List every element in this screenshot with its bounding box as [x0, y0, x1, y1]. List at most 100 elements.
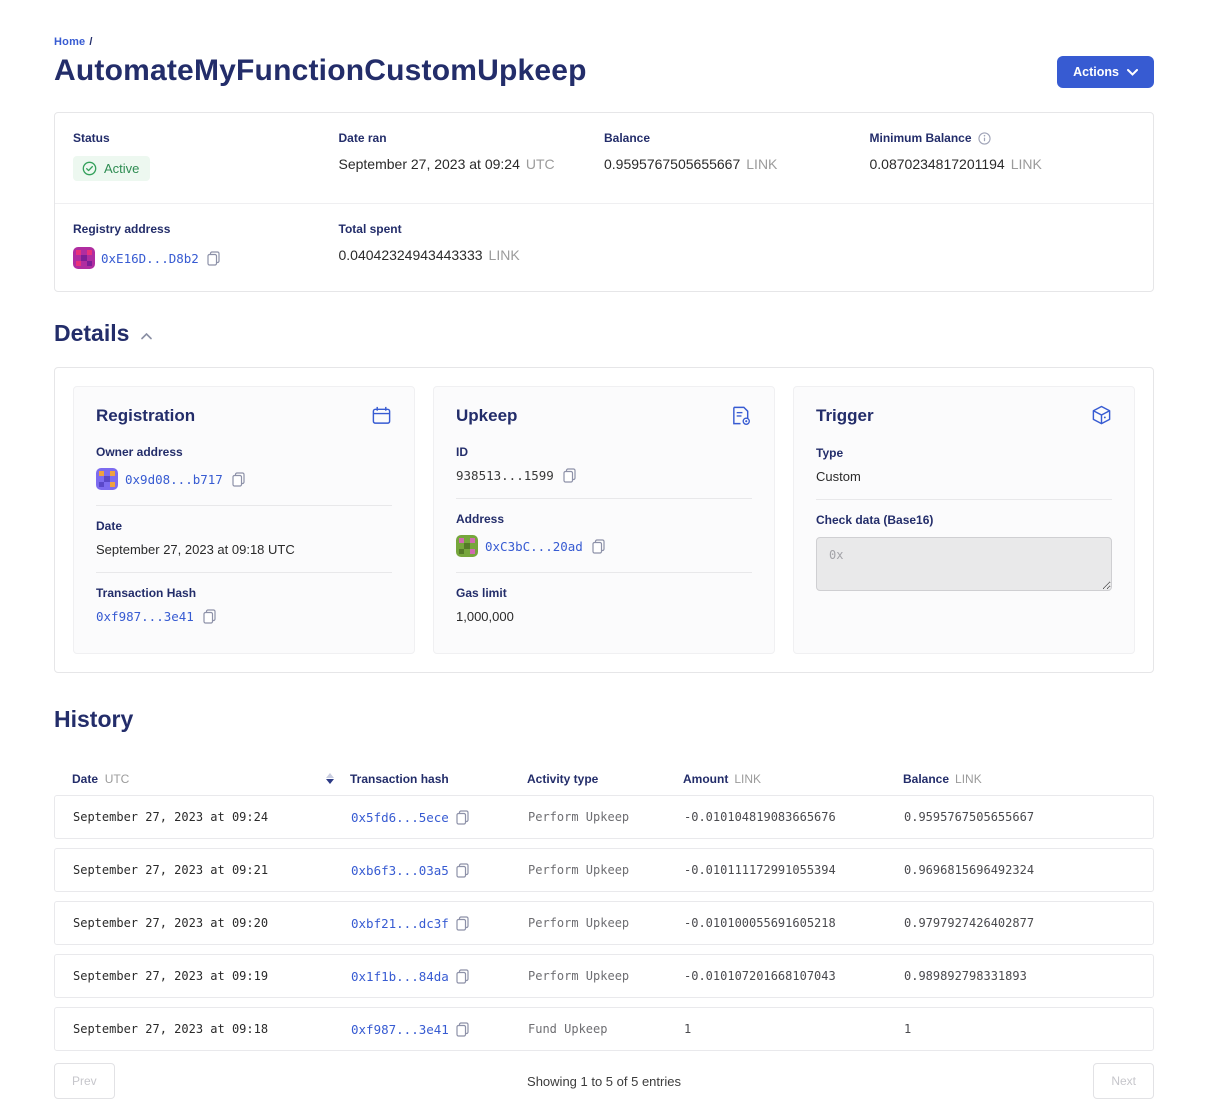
row-amount: -0.010100055691605218	[684, 916, 904, 930]
copy-icon[interactable]	[456, 969, 469, 984]
total-spent-value: 0.04042324943443333	[339, 247, 483, 263]
row-activity: Perform Upkeep	[528, 969, 684, 983]
page: Home / AutomateMyFunctionCustomUpkeep Act…	[0, 0, 1208, 1119]
trigger-card: Trigger Type Custom Check data (Base16)	[793, 386, 1135, 654]
check-data-input[interactable]	[816, 537, 1112, 591]
upkeep-id-field: ID 938513...1599	[456, 432, 752, 498]
row-hash-link[interactable]: 0x5fd6...5ece	[351, 810, 449, 825]
owner-address-label: Owner address	[96, 445, 392, 459]
row-hash-link[interactable]: 0xf987...3e41	[351, 1022, 449, 1037]
chevron-down-icon	[1127, 69, 1138, 76]
actions-button[interactable]: Actions	[1057, 56, 1154, 88]
row-hash-link[interactable]: 0xbf21...dc3f	[351, 916, 449, 931]
prev-button[interactable]: Prev	[54, 1063, 115, 1099]
registry-address-link[interactable]: 0xE16D...D8b2	[101, 251, 199, 266]
registration-date-label: Date	[96, 519, 392, 533]
next-button[interactable]: Next	[1093, 1063, 1154, 1099]
row-activity: Fund Upkeep	[528, 1022, 684, 1036]
page-title: AutomateMyFunctionCustomUpkeep	[54, 54, 587, 88]
copy-icon[interactable]	[207, 251, 220, 266]
sort-icon[interactable]	[324, 771, 336, 786]
copy-icon[interactable]	[456, 1022, 469, 1037]
row-balance: 0.9797927426402877	[904, 916, 1153, 930]
registration-card: Registration Owner address 0x9d08...b717	[73, 386, 415, 654]
breadcrumb-home-link[interactable]: Home	[54, 36, 85, 48]
transaction-hash-field: Transaction Hash 0xf987...3e41	[96, 572, 392, 639]
date-ran-label: Date ran	[339, 131, 605, 145]
table-row: September 27, 2023 at 09:20 0xbf21...dc3…	[54, 901, 1154, 945]
table-row: September 27, 2023 at 09:18 0xf987...3e4…	[54, 1007, 1154, 1051]
upkeep-id-label: ID	[456, 445, 752, 459]
row-date: September 27, 2023 at 09:24	[73, 810, 351, 824]
upkeep-address-link[interactable]: 0xC3bC...20ad	[485, 539, 583, 554]
row-amount: -0.010104819083665676	[684, 810, 904, 824]
upkeep-card: Upkeep ID 938513...1599 Address	[433, 386, 775, 654]
row-date: September 27, 2023 at 09:19	[73, 969, 351, 983]
copy-icon[interactable]	[456, 863, 469, 878]
row-balance: 0.9595767505655667	[904, 810, 1153, 824]
copy-icon[interactable]	[232, 472, 245, 487]
table-row: September 27, 2023 at 09:21 0xb6f3...03a…	[54, 848, 1154, 892]
copy-icon[interactable]	[592, 539, 605, 554]
registration-title: Registration	[96, 406, 195, 426]
transaction-hash-label: Transaction Hash	[96, 586, 392, 600]
trigger-type-value: Custom	[816, 469, 1112, 484]
balance-field: Balance 0.9595767505655667 LINK	[604, 131, 870, 181]
row-balance: 0.9696815696492324	[904, 863, 1153, 877]
info-icon[interactable]	[978, 132, 991, 145]
check-data-field: Check data (Base16)	[816, 499, 1112, 611]
col-balance-label: Balance	[903, 772, 949, 786]
row-amount: 1	[684, 1022, 904, 1036]
pagination: Prev Showing 1 to 5 of 5 entries Next	[54, 1063, 1154, 1099]
upkeep-id-value: 938513...1599	[456, 468, 554, 483]
row-amount: -0.010107201668107043	[684, 969, 904, 983]
date-ran-field: Date ran September 27, 2023 at 09:24 UTC	[339, 131, 605, 181]
row-balance: 0.989892798331893	[904, 969, 1153, 983]
date-ran-unit: UTC	[526, 156, 555, 172]
col-amount-label: Amount	[683, 772, 728, 786]
history-table-header: Date UTC Transaction hash Activity type …	[54, 771, 1154, 786]
summary-card: Status Active Date ran September 27, 202…	[54, 112, 1154, 292]
col-activity-label: Activity type	[527, 772, 598, 786]
table-row: September 27, 2023 at 09:19 0x1f1b...84d…	[54, 954, 1154, 998]
row-activity: Perform Upkeep	[528, 916, 684, 930]
copy-icon[interactable]	[563, 468, 576, 483]
balance-unit: LINK	[746, 156, 777, 172]
upkeep-title: Upkeep	[456, 406, 517, 426]
registry-identicon	[73, 247, 95, 269]
upkeep-address-label: Address	[456, 512, 752, 526]
balance-value: 0.9595767505655667	[604, 156, 740, 172]
owner-identicon	[96, 468, 118, 490]
actions-button-label: Actions	[1073, 65, 1119, 79]
copy-icon[interactable]	[203, 609, 216, 624]
row-hash-link[interactable]: 0x1f1b...84da	[351, 969, 449, 984]
row-hash-link[interactable]: 0xb6f3...03a5	[351, 863, 449, 878]
total-spent-field: Total spent 0.04042324943443333 LINK	[339, 222, 605, 269]
transaction-hash-link[interactable]: 0xf987...3e41	[96, 609, 194, 624]
breadcrumb-separator: /	[89, 36, 92, 48]
trigger-title: Trigger	[816, 406, 874, 426]
min-balance-field: Minimum Balance 0.0870234817201194 LINK	[870, 131, 1136, 181]
row-activity: Perform Upkeep	[528, 863, 684, 877]
calendar-icon	[371, 405, 392, 426]
pagination-summary: Showing 1 to 5 of 5 entries	[115, 1074, 1094, 1089]
history-table-body: September 27, 2023 at 09:24 0x5fd6...5ec…	[54, 795, 1154, 1051]
gas-limit-field: Gas limit 1,000,000	[456, 572, 752, 639]
breadcrumb: Home /	[54, 36, 1154, 48]
col-amount-unit: LINK	[734, 772, 761, 786]
copy-icon[interactable]	[456, 810, 469, 825]
copy-icon[interactable]	[456, 916, 469, 931]
details-collapse-chevron-up-icon[interactable]	[139, 331, 154, 342]
total-spent-unit: LINK	[489, 247, 520, 263]
check-data-label: Check data (Base16)	[816, 513, 1112, 527]
document-gear-icon	[730, 405, 752, 426]
balance-label: Balance	[604, 131, 870, 145]
owner-address-link[interactable]: 0x9d08...b717	[125, 472, 223, 487]
min-balance-unit: LINK	[1011, 156, 1042, 172]
registration-date-field: Date September 27, 2023 at 09:18 UTC	[96, 505, 392, 572]
check-circle-icon	[82, 161, 97, 176]
row-date: September 27, 2023 at 09:20	[73, 916, 351, 930]
upkeep-address-identicon	[456, 535, 478, 557]
gas-limit-label: Gas limit	[456, 586, 752, 600]
status-field: Status Active	[73, 131, 339, 181]
